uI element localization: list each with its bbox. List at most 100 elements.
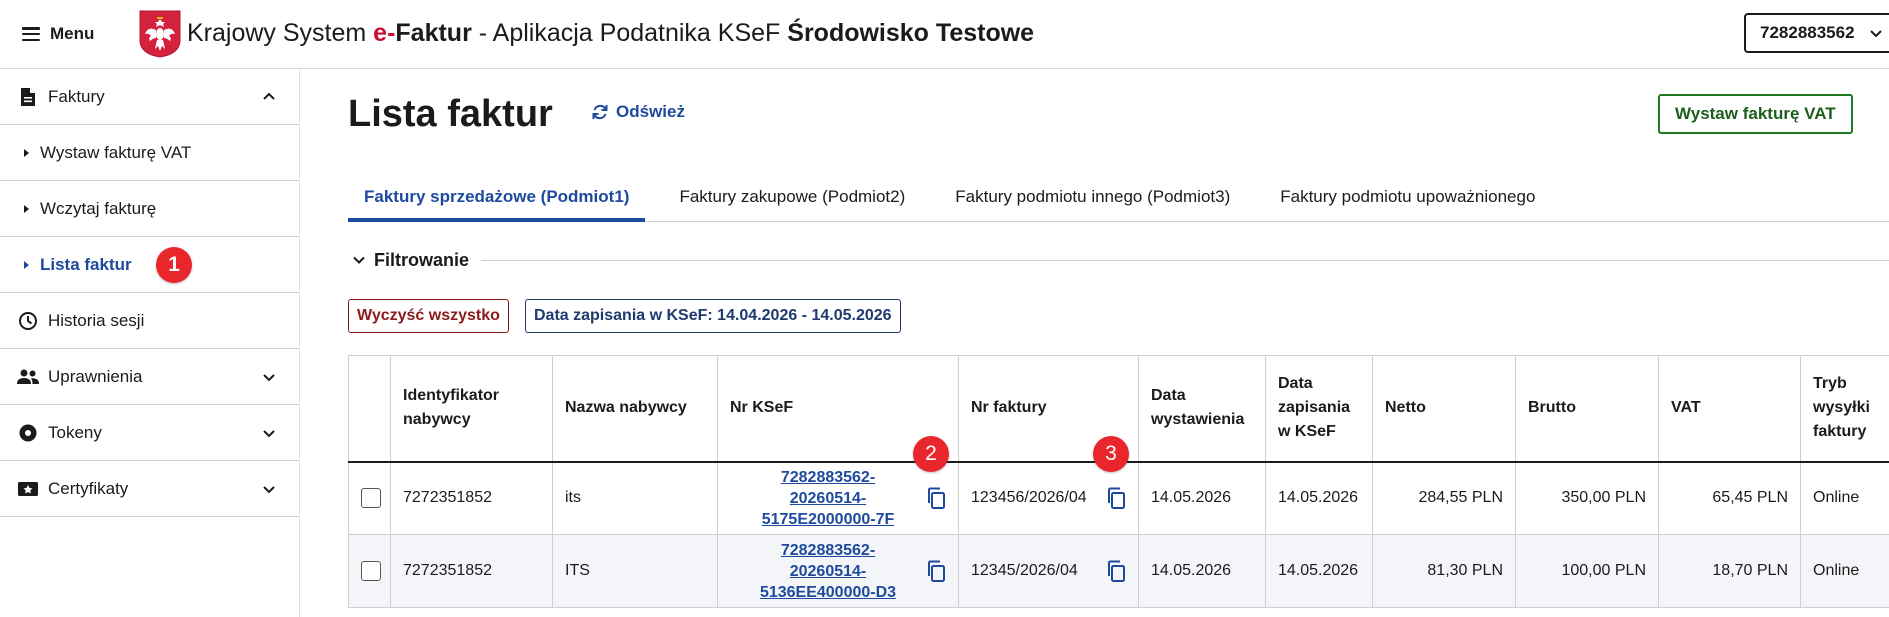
sidebar-item-wczytaj-fakture[interactable]: Wczytaj fakturę bbox=[0, 181, 299, 237]
invoice-cell-content: 12345/2026/04 bbox=[971, 560, 1126, 582]
step-marker-2: 2 bbox=[913, 436, 949, 472]
invoice-number: 12345/2026/04 bbox=[971, 562, 1078, 579]
header-mode[interactable]: Tryb wysyłki faktury bbox=[1800, 355, 1889, 463]
token-icon bbox=[17, 422, 39, 444]
triangle-right-icon bbox=[24, 148, 29, 157]
date-filter-chip[interactable]: Data zapisania w KSeF: 14.04.2026 - 14.0… bbox=[525, 299, 901, 333]
header-select bbox=[348, 355, 391, 463]
tab-third-party-invoices[interactable]: Faktury podmiotu innego (Podmiot3) bbox=[939, 172, 1246, 222]
document-icon bbox=[17, 86, 39, 108]
sidebar-item-label: Uprawnienia bbox=[48, 366, 143, 386]
cell-buyer-name: ITS bbox=[552, 534, 718, 608]
header-net[interactable]: Netto bbox=[1372, 355, 1516, 463]
table-row: 7272351852 its 7282883562- 20260514- 5175E… bbox=[348, 461, 1889, 535]
step-marker-1: 1 bbox=[156, 247, 192, 283]
refresh-label: Odśwież bbox=[616, 102, 685, 121]
chevron-down-icon bbox=[263, 429, 275, 437]
app-header: Menu Krajowy System e-Faktur - Aplikacja… bbox=[0, 0, 1889, 69]
menu-label: Menu bbox=[50, 24, 95, 43]
sidebar-item-wystaw-fakture[interactable]: Wystaw fakturę VAT bbox=[0, 125, 299, 181]
cell-gross: 350,00 PLN bbox=[1515, 461, 1659, 535]
tab-authorized-entity-invoices[interactable]: Faktury podmiotu upoważnionego bbox=[1264, 172, 1551, 222]
chevron-down-icon bbox=[353, 256, 365, 264]
sidebar-item-certyfikaty[interactable]: Certyfikaty bbox=[0, 461, 299, 517]
brand-faktur: Faktur bbox=[395, 19, 472, 47]
polish-emblem-icon bbox=[139, 10, 181, 58]
chevron-down-icon bbox=[1869, 30, 1882, 38]
clock-icon bbox=[17, 310, 39, 332]
sidebar-item-label: Faktury bbox=[48, 86, 105, 106]
app-title-brand: e-Faktur bbox=[373, 19, 472, 47]
environment-label: Środowisko Testowe bbox=[787, 19, 1035, 47]
menu-button[interactable]: Menu bbox=[22, 20, 94, 48]
main-content: Lista faktur Odśwież Wystaw fakturę VAT … bbox=[300, 69, 1889, 617]
cell-mode: Online bbox=[1800, 534, 1889, 608]
clear-filters-button[interactable]: Wyczyść wszystko bbox=[348, 299, 509, 333]
app-title-prefix: Krajowy System bbox=[187, 19, 374, 47]
refresh-button[interactable]: Odśwież bbox=[590, 102, 685, 122]
hamburger-icon bbox=[22, 27, 40, 41]
sidebar-item-uprawnienia[interactable]: Uprawnienia bbox=[0, 349, 299, 405]
header-saved-date[interactable]: Data zapisania w KSeF bbox=[1265, 355, 1373, 463]
sidebar-item-label: Historia sesji bbox=[48, 310, 145, 330]
ksef-line: 7282883562- bbox=[780, 541, 876, 559]
cell-mode: Online bbox=[1800, 461, 1889, 535]
tab-purchase-invoices[interactable]: Faktury zakupowe (Podmiot2) bbox=[663, 172, 921, 222]
sidebar-item-faktury[interactable]: Faktury bbox=[0, 69, 299, 125]
cell-invoice-no: 123456/2026/04 bbox=[958, 461, 1139, 535]
people-icon bbox=[17, 366, 39, 388]
cell-saved-date: 14.05.2026 bbox=[1265, 534, 1373, 608]
invoice-cell-content: 123456/2026/04 bbox=[971, 487, 1126, 510]
filter-label: Filtrowanie bbox=[374, 249, 470, 270]
row-checkbox[interactable] bbox=[361, 561, 381, 581]
sidebar-item-lista-faktur[interactable]: Lista faktur 1 bbox=[0, 237, 299, 293]
triangle-right-icon bbox=[24, 204, 29, 213]
cell-buyer-id: 7272351852 bbox=[390, 534, 553, 608]
cell-net: 81,30 PLN bbox=[1372, 534, 1516, 608]
ksef-number-link[interactable]: 7282883562- 20260514- 5136EE400000-D3 bbox=[730, 540, 926, 603]
copy-icon[interactable] bbox=[1106, 560, 1126, 582]
header-vat[interactable]: VAT bbox=[1658, 355, 1801, 463]
cell-vat: 65,45 PLN bbox=[1658, 461, 1801, 535]
invoice-table-wrapper: Identyfikator nabywcy Nazwa nabywcy Nr K… bbox=[348, 355, 1889, 617]
sidebar-item-tokeny[interactable]: Tokeny bbox=[0, 405, 299, 461]
invoice-number: 123456/2026/04 bbox=[971, 489, 1087, 507]
ksef-line: 20260514- bbox=[789, 562, 867, 580]
copy-icon[interactable] bbox=[926, 487, 946, 510]
ksef-line: 20260514- bbox=[789, 489, 867, 507]
context-nip-select[interactable]: 7282883562 bbox=[1744, 13, 1889, 53]
sidebar-item-historia-sesji[interactable]: Historia sesji bbox=[0, 293, 299, 349]
nip-value: 7282883562 bbox=[1760, 23, 1855, 42]
cell-ksef-no: 7282883562- 20260514- 5136EE400000-D3 bbox=[717, 534, 959, 608]
step-marker-3: 3 bbox=[1093, 436, 1129, 472]
chevron-down-icon bbox=[263, 373, 275, 381]
header-issue-date[interactable]: Data wystawienia bbox=[1138, 355, 1266, 463]
copy-icon[interactable] bbox=[1106, 487, 1126, 510]
tab-sales-invoices[interactable]: Faktury sprzedażowe (Podmiot1) bbox=[348, 172, 646, 222]
sidebar-item-label: Wczytaj fakturę bbox=[40, 198, 157, 218]
invoice-table: Identyfikator nabywcy Nazwa nabywcy Nr K… bbox=[348, 355, 1889, 608]
header-gross[interactable]: Brutto bbox=[1515, 355, 1659, 463]
row-select-cell bbox=[348, 534, 391, 608]
page-title: Lista faktur bbox=[348, 93, 553, 135]
cell-issue-date: 14.05.2026 bbox=[1138, 534, 1266, 608]
sidebar-item-label: Certyfikaty bbox=[48, 478, 129, 498]
copy-icon[interactable] bbox=[926, 560, 946, 582]
cell-buyer-name: its bbox=[552, 461, 718, 535]
app-title-middle: - Aplikacja Podatnika KSeF bbox=[471, 19, 788, 47]
header-buyer-name[interactable]: Nazwa nabywcy bbox=[552, 355, 718, 463]
header-buyer-id[interactable]: Identyfikator nabywcy bbox=[390, 355, 553, 463]
cell-issue-date: 14.05.2026 bbox=[1138, 461, 1266, 535]
brand-e: e- bbox=[373, 19, 396, 47]
triangle-right-icon bbox=[24, 260, 29, 269]
issue-invoice-button[interactable]: Wystaw fakturę VAT bbox=[1658, 94, 1853, 134]
refresh-icon bbox=[592, 104, 608, 120]
row-checkbox[interactable] bbox=[361, 488, 381, 509]
cell-ksef-no: 7282883562- 20260514- 5175E2000000-7F bbox=[717, 461, 959, 535]
certificate-icon bbox=[17, 478, 39, 500]
cell-saved-date: 14.05.2026 bbox=[1265, 461, 1373, 535]
app-title: Krajowy System e-Faktur - Aplikacja Poda… bbox=[187, 16, 1034, 50]
ksef-cell-content: 7282883562- 20260514- 5136EE400000-D3 bbox=[730, 540, 946, 603]
ksef-number-link[interactable]: 7282883562- 20260514- 5175E2000000-7F bbox=[730, 467, 926, 530]
filter-section-toggle[interactable]: Filtrowanie bbox=[352, 248, 1889, 272]
